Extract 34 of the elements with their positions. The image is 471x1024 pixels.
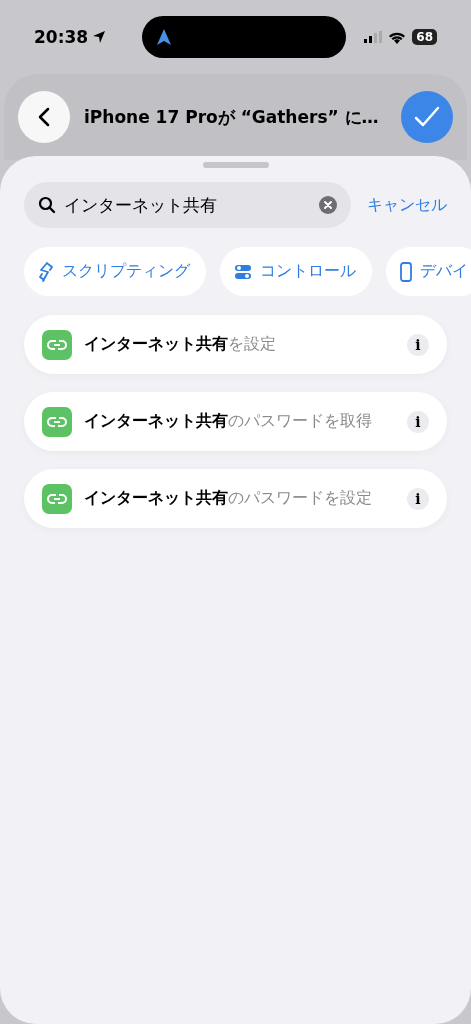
action-row[interactable]: インターネット共有のパスワードを取得 i — [24, 392, 447, 451]
action-row[interactable]: インターネット共有のパスワードを設定 i — [24, 469, 447, 528]
header-title: iPhone 17 Proが “Gathers” に… — [84, 105, 380, 129]
done-button[interactable] — [401, 91, 453, 143]
search-icon — [38, 196, 56, 214]
action-title: インターネット共有を設定 — [84, 334, 277, 355]
scripting-icon — [38, 261, 54, 282]
search-input[interactable]: インターネット共有 — [64, 195, 311, 215]
phone-icon — [400, 261, 412, 282]
back-button[interactable] — [18, 91, 70, 143]
search-bar[interactable]: インターネット共有 — [24, 182, 351, 228]
checkmark-icon — [414, 106, 440, 128]
cancel-button[interactable]: キャンセル — [367, 194, 447, 216]
link-icon — [42, 329, 72, 360]
category-chip[interactable]: デバイ — [386, 247, 471, 296]
action-row[interactable]: インターネット共有を設定 i — [24, 315, 447, 374]
clear-icon[interactable] — [319, 196, 337, 214]
location-arrow-icon — [92, 30, 107, 44]
category-chip[interactable]: スクリプティング — [24, 247, 206, 296]
info-button[interactable]: i — [407, 487, 429, 510]
action-title: インターネット共有のパスワードを設定 — [84, 488, 373, 509]
wifi-icon — [388, 30, 407, 44]
info-button[interactable]: i — [407, 410, 429, 433]
navigation-arrow-icon — [156, 28, 173, 46]
link-icon — [42, 406, 72, 437]
battery-indicator: 68 — [412, 29, 437, 45]
clock: 20:38 — [34, 27, 89, 47]
category-chip[interactable]: コントロール — [220, 247, 372, 296]
signal-icon — [364, 31, 383, 43]
info-button[interactable]: i — [407, 333, 429, 356]
chevron-left-icon — [37, 107, 51, 127]
link-icon — [42, 483, 72, 514]
toggles-icon — [234, 262, 252, 281]
action-title: インターネット共有のパスワードを取得 — [84, 411, 373, 432]
